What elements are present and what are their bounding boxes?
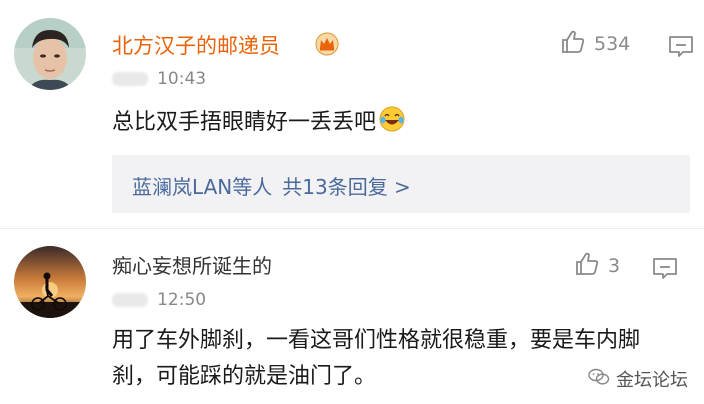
comment-text: 用了车外脚刹，一看这哥们性格就很稳重，要是车内脚刹，可能踩的就是油门了。 — [112, 328, 641, 389]
like-button[interactable]: 3 — [574, 252, 620, 280]
comment-icon — [668, 36, 694, 62]
comment-text: 总比双手捂眼睛好一丢丢吧 — [112, 110, 377, 135]
blurred-location — [112, 72, 148, 86]
reply-count: 共13条回复 > — [282, 175, 411, 199]
comment-icon — [652, 258, 678, 284]
username[interactable]: 痴心妄想所诞生的 — [112, 250, 272, 279]
avatar[interactable] — [14, 246, 86, 318]
laughing-emoji-icon — [378, 105, 406, 145]
avatar[interactable] — [14, 18, 86, 90]
like-count: 3 — [608, 255, 621, 277]
comment-meta: 10:43 — [112, 68, 206, 90]
comment-time: 12:50 — [157, 290, 207, 310]
blurred-location — [112, 293, 148, 307]
watermark-text: 金坛论坛 — [616, 370, 688, 391]
comment-item: 北方汉子的邮递员 10:43 534 总比双手捂眼睛好一丢丢吧 蓝澜岚LAN等人… — [0, 0, 704, 228]
reply-authors: 蓝澜岚LAN等人 — [132, 175, 273, 199]
like-count: 534 — [594, 33, 631, 55]
watermark: 金坛论坛 — [588, 366, 688, 392]
thumbs-up-icon — [560, 29, 586, 59]
wechat-icon — [588, 368, 616, 391]
reply-button[interactable] — [652, 256, 678, 280]
comment-list: 北方汉子的邮递员 10:43 534 总比双手捂眼睛好一丢丢吧 蓝澜岚LAN等人… — [0, 0, 704, 404]
thumbs-up-icon — [574, 251, 600, 281]
like-button[interactable]: 534 — [560, 30, 630, 58]
reply-button[interactable] — [668, 34, 694, 58]
comment-time: 10:43 — [157, 69, 207, 89]
comment-meta: 12:50 — [112, 289, 206, 311]
comment-body: 总比双手捂眼睛好一丢丢吧 — [112, 105, 672, 145]
username[interactable]: 北方汉子的邮递员 — [112, 30, 280, 60]
crown-icon — [314, 32, 340, 56]
replies-link[interactable]: 蓝澜岚LAN等人 共13条回复 > — [132, 171, 411, 200]
replies-summary[interactable]: 蓝澜岚LAN等人 共13条回复 > — [112, 155, 690, 213]
